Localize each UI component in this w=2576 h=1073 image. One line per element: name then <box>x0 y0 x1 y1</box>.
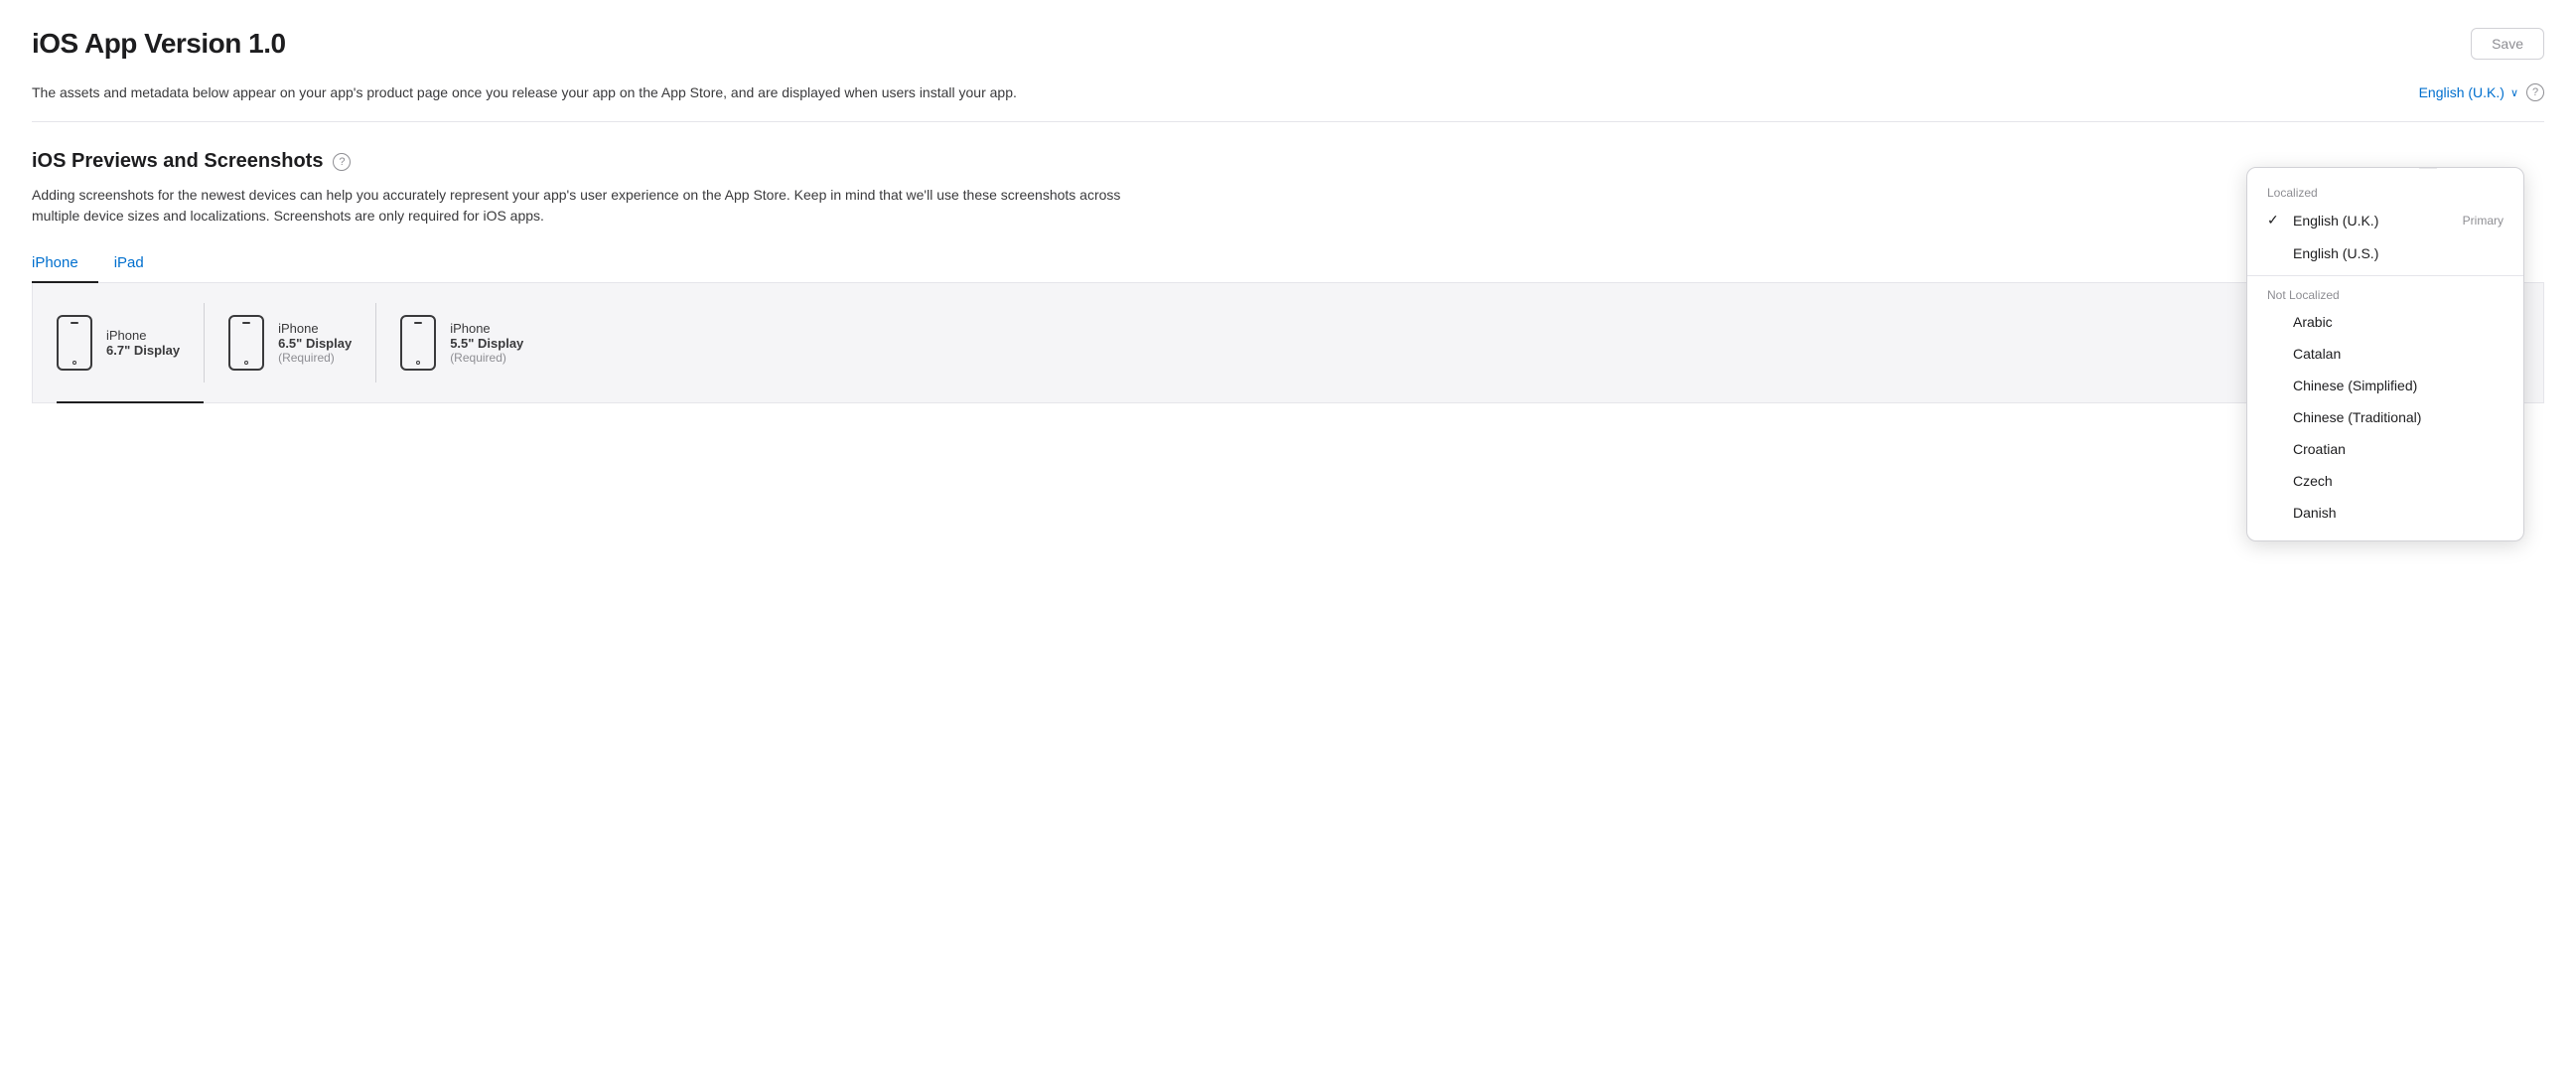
chevron-down-icon: ∨ <box>2510 86 2518 99</box>
device-tabs: iPhone iPad <box>32 246 2544 283</box>
primary-badge: Primary <box>2463 214 2504 228</box>
device-option-6-7[interactable]: iPhone 6.7" Display <box>57 303 205 383</box>
language-option-croatian: Croatian <box>2293 441 2346 457</box>
dropdown-item-czech[interactable]: Czech <box>2247 465 2523 497</box>
tab-ipad[interactable]: iPad <box>114 246 164 283</box>
language-option-label-uk: English (U.K.) <box>2293 213 2378 229</box>
page-container: iOS App Version 1.0 Save The assets and … <box>0 0 2576 1073</box>
device-info-6-7: iPhone 6.7" Display <box>106 328 180 358</box>
phone-icon-6-7 <box>57 315 92 371</box>
device-option-5-5[interactable]: iPhone 5.5" Display (Required) <box>400 303 547 383</box>
active-tab-indicator <box>57 401 204 403</box>
device-name-6-7: iPhone <box>106 328 180 343</box>
language-help-icon[interactable]: ? <box>2526 83 2544 101</box>
section-title-row: iOS Previews and Screenshots ? <box>32 150 2544 173</box>
language-dropdown-menu: Localized ✓ English (U.K.) Primary ✓ Eng… <box>2246 167 2524 541</box>
device-info-6-5: iPhone 6.5" Display (Required) <box>278 321 352 365</box>
device-size-6-5: 6.5" Display <box>278 336 352 351</box>
device-option-6-5[interactable]: iPhone 6.5" Display (Required) <box>228 303 376 383</box>
phone-icon-6-5 <box>228 315 264 371</box>
dropdown-item-chinese-simplified[interactable]: Chinese (Simplified) <box>2247 370 2523 401</box>
no-checkmark: ✓ <box>2267 244 2283 261</box>
language-option-arabic: Arabic <box>2293 314 2333 330</box>
language-option-czech: Czech <box>2293 473 2333 489</box>
language-option-danish: Danish <box>2293 505 2337 521</box>
device-required-5-5: (Required) <box>450 351 523 365</box>
dropdown-arrow <box>2420 167 2436 168</box>
localized-section-label: Localized <box>2247 180 2523 204</box>
dropdown-separator-1 <box>2247 275 2523 276</box>
dropdown-item-catalan[interactable]: Catalan <box>2247 338 2523 370</box>
tab-iphone[interactable]: iPhone <box>32 246 98 283</box>
dropdown-item-croatian[interactable]: Croatian <box>2247 433 2523 465</box>
dropdown-item-english-us[interactable]: ✓ English (U.S.) <box>2247 236 2523 269</box>
device-name-6-5: iPhone <box>278 321 352 336</box>
language-option-catalan: Catalan <box>2293 346 2341 362</box>
section-help-icon[interactable]: ? <box>333 153 351 171</box>
dropdown-item-danish[interactable]: Danish <box>2247 497 2523 529</box>
phone-dot-2 <box>244 361 248 365</box>
save-button[interactable]: Save <box>2471 28 2544 60</box>
device-size-6-7: 6.7" Display <box>106 343 180 358</box>
screenshots-area: iPhone 6.7" Display iPhone 6.5" Display … <box>32 283 2544 403</box>
not-localized-section: Arabic Catalan Chinese (Simplified) Chin… <box>2247 306 2523 529</box>
language-selector[interactable]: English (U.K.) ∨ <box>2419 84 2518 100</box>
device-required-6-5: (Required) <box>278 351 352 365</box>
phone-dot-3 <box>416 361 420 365</box>
device-name-5-5: iPhone <box>450 321 523 336</box>
dropdown-item-arabic[interactable]: Arabic <box>2247 306 2523 338</box>
dropdown-item-english-uk[interactable]: ✓ English (U.K.) Primary <box>2247 204 2523 236</box>
language-label: English (U.K.) <box>2419 84 2504 100</box>
page-title: iOS App Version 1.0 <box>32 28 286 60</box>
language-option-chinese-simplified: Chinese (Simplified) <box>2293 378 2417 393</box>
checkmark-icon: ✓ <box>2267 212 2283 229</box>
device-size-5-5: 5.5" Display <box>450 336 523 351</box>
header-row: iOS App Version 1.0 Save <box>32 28 2544 60</box>
phone-dot <box>72 361 76 365</box>
section-title: iOS Previews and Screenshots <box>32 150 323 173</box>
phone-icon-5-5 <box>400 315 436 371</box>
section-description: Adding screenshots for the newest device… <box>32 185 1124 227</box>
dropdown-item-chinese-traditional[interactable]: Chinese (Traditional) <box>2247 401 2523 433</box>
description-text: The assets and metadata below appear on … <box>32 84 1124 100</box>
language-option-chinese-traditional: Chinese (Traditional) <box>2293 409 2421 425</box>
not-localized-section-label: Not Localized <box>2247 282 2523 306</box>
description-row: The assets and metadata below appear on … <box>32 83 2544 122</box>
device-info-5-5: iPhone 5.5" Display (Required) <box>450 321 523 365</box>
language-option-label-us: English (U.S.) <box>2293 245 2378 261</box>
